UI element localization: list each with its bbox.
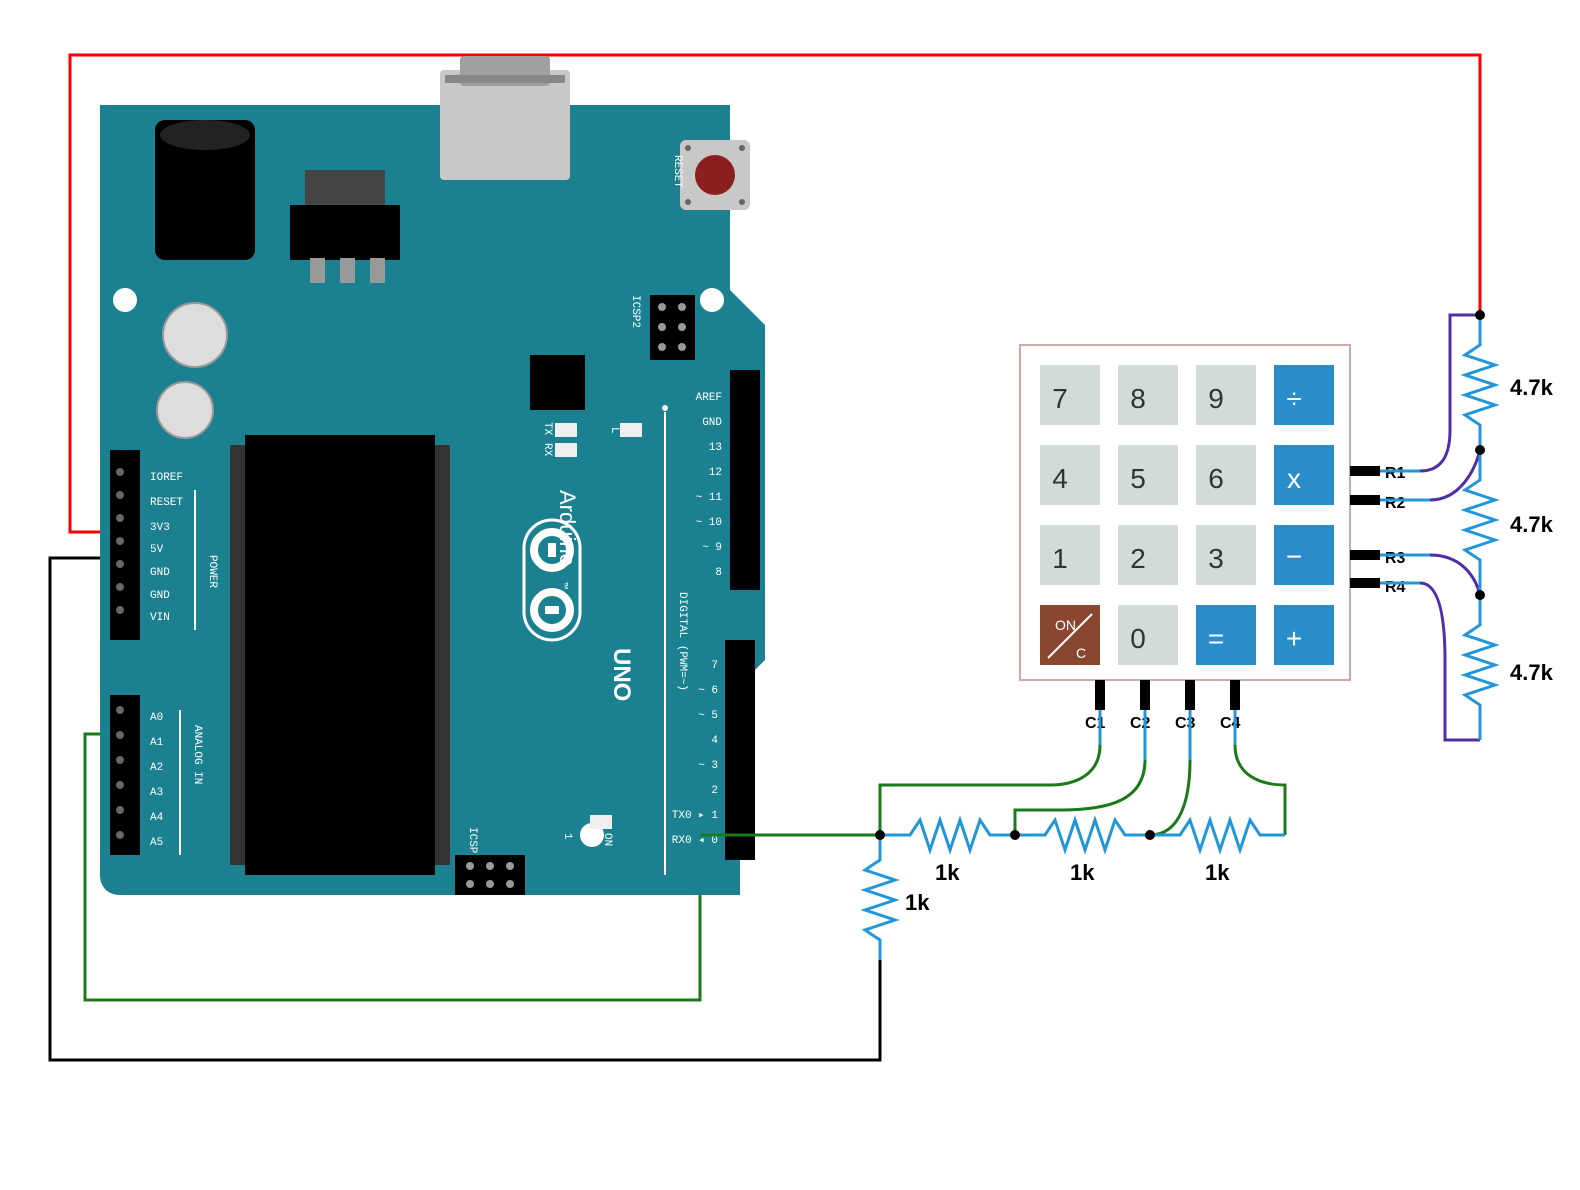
key-5: 5 (1130, 463, 1146, 494)
res-r-3: 4.7k (1510, 660, 1554, 685)
resistor-r-bot (1465, 595, 1495, 740)
resistor-c-3 (1150, 820, 1285, 850)
svg-text:3V3: 3V3 (150, 522, 170, 534)
svg-text:A2: A2 (150, 762, 163, 774)
svg-text:~ 10: ~ 10 (696, 517, 722, 529)
resistor-c-1 (880, 820, 1015, 850)
key-4: 4 (1052, 463, 1068, 494)
svg-text:~ 11: ~ 11 (696, 492, 723, 504)
key-0: 0 (1130, 623, 1146, 654)
svg-text:5V: 5V (150, 544, 164, 556)
key-div: ÷ (1286, 383, 1301, 414)
svg-text:AREF: AREF (696, 392, 722, 404)
svg-text:RX0 ◂ 0: RX0 ◂ 0 (672, 835, 718, 847)
r3-label: R3 (1385, 550, 1406, 567)
one-label: 1 (561, 833, 573, 840)
l-label: L (608, 427, 620, 434)
key-mul: x (1287, 463, 1301, 494)
res-r-1: 4.7k (1510, 375, 1554, 400)
key-6: 6 (1208, 463, 1224, 494)
resistor-r-top (1465, 315, 1495, 450)
svg-text:RESET: RESET (150, 497, 183, 509)
c1-label: C1 (1085, 715, 1106, 732)
c2-label: C2 (1130, 715, 1151, 732)
svg-text:4: 4 (711, 735, 718, 747)
svg-text:A3: A3 (150, 787, 163, 799)
res-c-3: 1k (1205, 860, 1230, 885)
icsp-label: ICSP (466, 827, 478, 854)
on-label: ON (601, 833, 613, 846)
key-eq: = (1208, 623, 1224, 654)
key-3: 3 (1208, 543, 1224, 574)
svg-text:VIN: VIN (150, 612, 170, 624)
resistor-c-2 (1015, 820, 1150, 850)
left-power-header (110, 450, 140, 640)
reset-label: RESET (671, 155, 683, 188)
svg-text:13: 13 (709, 442, 722, 454)
svg-text:GND: GND (150, 567, 170, 579)
power-label: POWER (206, 555, 218, 588)
svg-text:GND: GND (702, 417, 722, 429)
svg-text:A1: A1 (150, 737, 164, 749)
res-c-1: 1k (935, 860, 960, 885)
svg-text:~ 6: ~ 6 (698, 685, 718, 697)
key-1: 1 (1052, 543, 1068, 574)
c3-label: C3 (1175, 715, 1196, 732)
c4-label: C4 (1220, 715, 1241, 732)
svg-text:~ 9: ~ 9 (702, 542, 722, 554)
key-sub: − (1286, 541, 1302, 572)
tx-label: TX (541, 422, 553, 436)
res-r-2: 4.7k (1510, 512, 1554, 537)
key-7: 7 (1052, 383, 1068, 414)
svg-text:TX0 ▸ 1: TX0 ▸ 1 (672, 810, 719, 822)
key-8: 8 (1130, 383, 1146, 414)
right-bot-header (725, 640, 755, 860)
svg-text:7: 7 (711, 660, 718, 672)
svg-text:A5: A5 (150, 837, 163, 849)
arduino-model: UNO (608, 648, 635, 701)
svg-text:A0: A0 (150, 712, 163, 724)
right-top-header (730, 370, 760, 590)
svg-text:12: 12 (709, 467, 722, 479)
svg-text:8: 8 (715, 567, 722, 579)
keypad: 7 8 9 ÷ 4 5 6 x 1 2 3 − ON C 0 = + R1 R2… (1020, 345, 1406, 732)
icsp2-label: ICSP2 (629, 295, 641, 328)
res-c-2: 1k (1070, 860, 1095, 885)
svg-text:~ 3: ~ 3 (698, 760, 718, 772)
svg-text:~ 5: ~ 5 (698, 710, 718, 722)
svg-text:GND: GND (150, 590, 170, 602)
digital-label: DIGITAL (PWM=~) (676, 592, 688, 691)
svg-text:C: C (1076, 645, 1086, 661)
rx-label: RX (541, 443, 553, 457)
left-analog-header (110, 695, 140, 855)
svg-text:IOREF: IOREF (150, 472, 183, 484)
r1-label: R1 (1385, 465, 1406, 482)
arduino-uno: RESET ICSP2 TX RX L ON 1 ICSP Arduino ™ … (100, 56, 765, 895)
key-add: + (1286, 623, 1302, 654)
svg-text:2: 2 (711, 785, 718, 797)
res-c-gnd: 1k (905, 890, 930, 915)
circuit-diagram: RESET ICSP2 TX RX L ON 1 ICSP Arduino ™ … (0, 0, 1580, 1190)
svg-text:A4: A4 (150, 812, 164, 824)
resistor-c-gnd (865, 835, 895, 960)
r2-label: R2 (1385, 495, 1406, 512)
key-2: 2 (1130, 543, 1146, 574)
arduino-tm: ™ (556, 582, 568, 589)
key-9: 9 (1208, 383, 1224, 414)
analog-label: ANALOG IN (191, 725, 203, 784)
key-on: ON (1055, 617, 1076, 633)
